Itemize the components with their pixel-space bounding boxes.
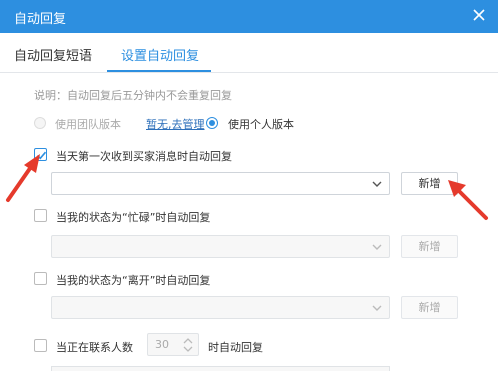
away-status-checkbox[interactable]: [34, 272, 47, 285]
first-message-add-button[interactable]: 新增: [401, 172, 458, 195]
busy-status-reply-select[interactable]: [51, 235, 390, 258]
hint-text: 说明：自动回复后五分钟内不会重复回复: [34, 89, 232, 102]
away-status-add-button[interactable]: 新增: [401, 296, 458, 319]
contacts-count-checkbox[interactable]: [34, 339, 47, 352]
check-icon: [36, 151, 47, 160]
contacts-count-value: 30: [155, 338, 169, 351]
away-status-reply-select[interactable]: [51, 296, 390, 319]
window-title: 自动回复: [14, 12, 67, 27]
title-bar: 自动回复: [0, 0, 498, 33]
chevron-down-icon: [372, 305, 382, 311]
busy-status-checkbox[interactable]: [34, 209, 47, 222]
personal-version-radio[interactable]: [206, 117, 218, 129]
tab-auto-reply-phrases[interactable]: 自动回复短语: [14, 45, 92, 64]
chevron-down-icon: [372, 181, 382, 187]
contacts-count-suffix: 时自动回复: [208, 341, 263, 354]
busy-status-add-button[interactable]: 新增: [401, 235, 458, 258]
chevron-down-icon: [372, 244, 382, 250]
first-message-reply-select[interactable]: [51, 172, 390, 195]
contacts-count-reply-select[interactable]: [51, 366, 390, 371]
first-message-label: 当天第一次收到买家消息时自动回复: [56, 150, 232, 163]
close-icon[interactable]: [470, 6, 488, 24]
up-down-arrows-icon[interactable]: [182, 337, 194, 353]
team-version-radio[interactable]: [34, 117, 46, 129]
busy-status-label: 当我的状态为“忙碌”时自动回复: [56, 211, 211, 224]
contacts-count-stepper[interactable]: 30: [147, 333, 199, 356]
away-status-label: 当我的状态为“离开”时自动回复: [56, 274, 211, 287]
tab-auto-reply-settings[interactable]: 设置自动回复: [121, 45, 199, 64]
manage-team-link[interactable]: 暂无,去管理: [146, 116, 205, 132]
team-version-label: 使用团队版本: [55, 118, 121, 131]
active-tab-indicator: [107, 70, 211, 72]
first-message-checkbox[interactable]: [34, 148, 47, 161]
contacts-count-prefix: 当正在联系人数: [56, 341, 133, 354]
tab-bar: 自动回复短语 设置自动回复: [0, 33, 498, 73]
personal-version-label: 使用个人版本: [228, 118, 294, 131]
